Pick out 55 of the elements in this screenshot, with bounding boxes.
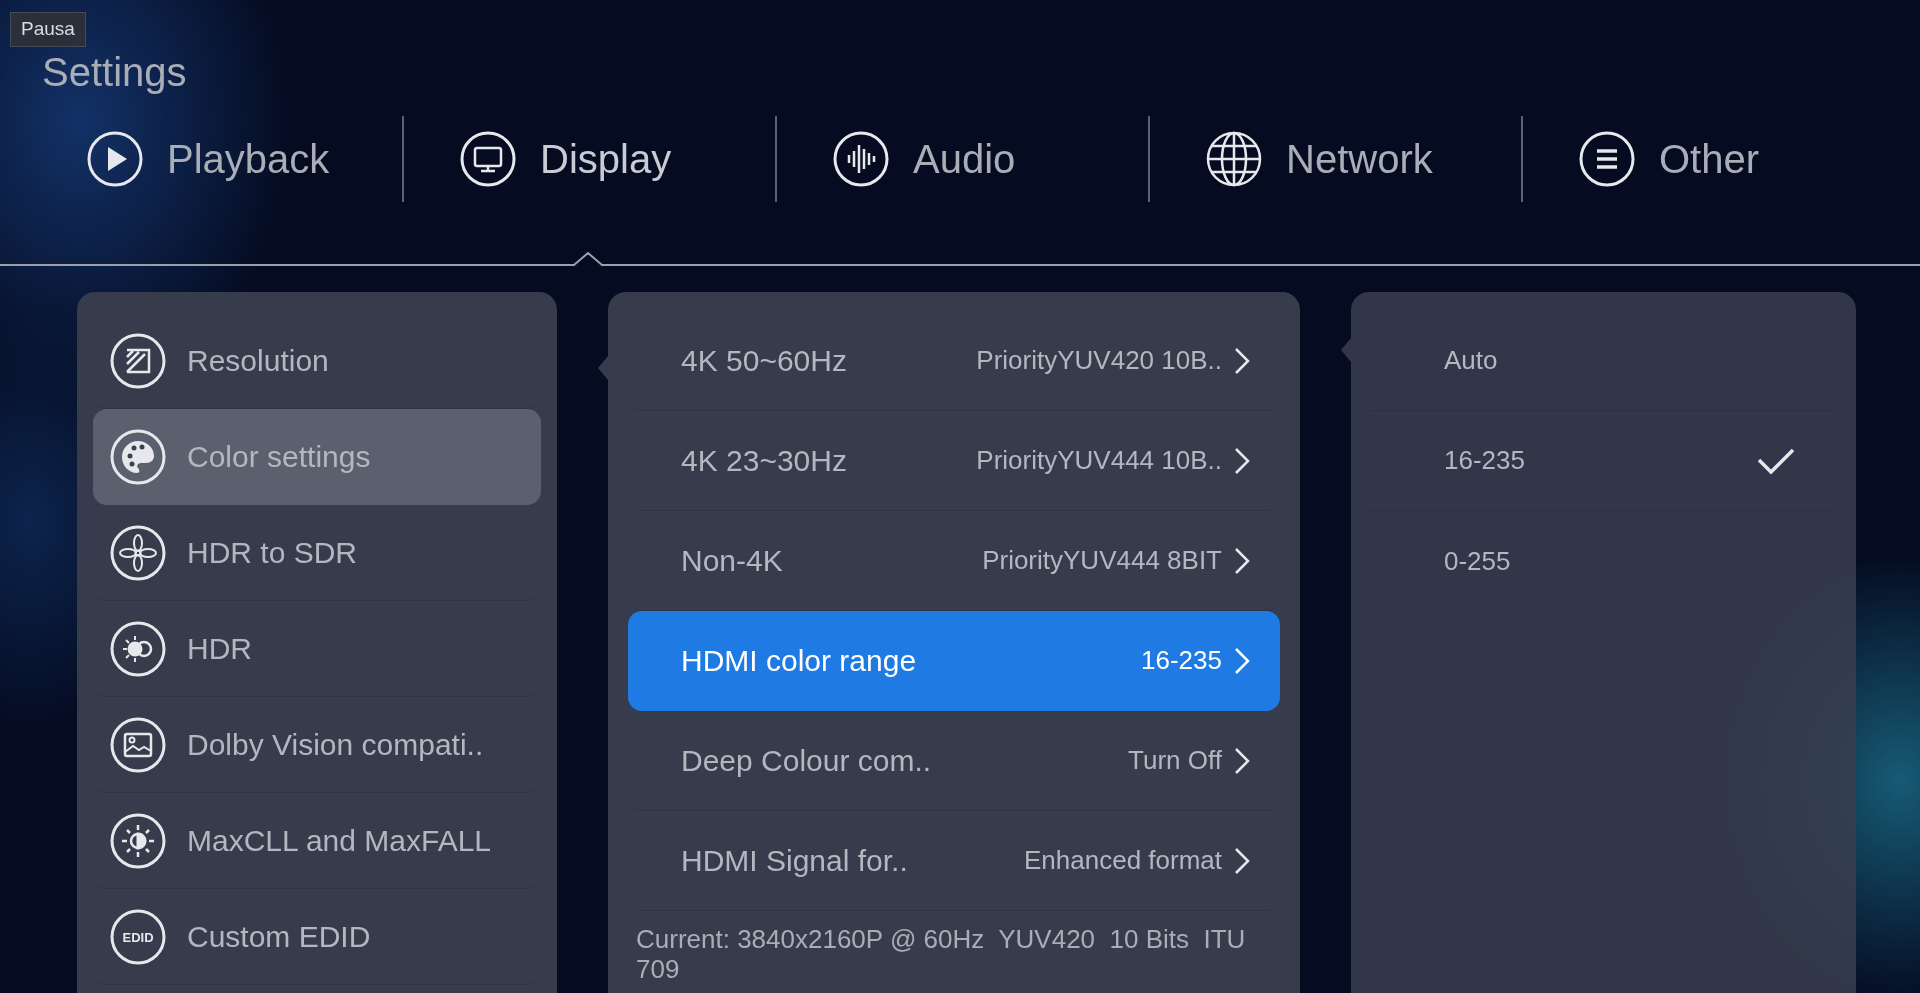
tab[interactable]: Network [1148, 116, 1521, 202]
option-label: Non-4K [681, 543, 783, 579]
sound-wave-icon [833, 131, 889, 187]
category-item[interactable]: Color settings [93, 409, 541, 505]
play-icon [87, 131, 143, 187]
option-value: Turn Off [1128, 744, 1222, 777]
chevron-icon [1234, 746, 1250, 775]
palette-icon [110, 428, 166, 485]
category-item[interactable]: Dolby Vision compati.. [93, 697, 541, 793]
edid-icon: EDID [110, 908, 166, 965]
option-row[interactable]: HDMI Signal for.. Enhanced format [628, 811, 1280, 911]
choice-label: 0-255 [1444, 544, 1511, 578]
current-info: Current: 3840x2160P @ 60Hz YUV420 10 Bits ITU 709 [635, 923, 1247, 985]
tab[interactable]: Playback [29, 116, 402, 202]
option-row[interactable]: 4K 50~60Hz PriorityYUV420 10B.. [628, 311, 1280, 411]
option-value: PriorityYUV444 8BIT [982, 544, 1222, 577]
tooltip: Pausa [10, 12, 86, 47]
choice-row[interactable]: Auto [1371, 311, 1836, 411]
globe-icon [1206, 131, 1262, 187]
option-value: Enhanced format [1024, 844, 1222, 877]
option-row[interactable]: 4K 23~30Hz PriorityYUV444 10B.. [628, 411, 1280, 511]
chevron-icon [1234, 546, 1250, 575]
option-value: PriorityYUV444 10B.. [976, 444, 1222, 477]
tab[interactable]: Display [402, 116, 775, 202]
category-item[interactable]: HDR [93, 601, 541, 697]
brightness-icon [110, 812, 166, 869]
option-row[interactable]: HDMI color range 16-235 [628, 611, 1280, 711]
chevron-icon [1234, 646, 1250, 675]
choice-label: 16-235 [1444, 444, 1525, 477]
flower-icon [110, 524, 166, 581]
image-icon [110, 716, 166, 773]
tab[interactable]: Audio [775, 116, 1148, 202]
option-label: HDMI Signal for.. [681, 843, 908, 879]
resolution-icon [110, 332, 166, 389]
sun-circle-icon [110, 620, 166, 677]
option-row[interactable]: Deep Colour com.. Turn Off [628, 711, 1280, 811]
option-value: PriorityYUV420 10B.. [976, 344, 1222, 377]
tab[interactable]: Other [1521, 116, 1894, 202]
chevron-icon [1234, 346, 1250, 375]
category-item[interactable]: MaxCLL and MaxFALL [93, 793, 541, 889]
chevron-icon [1234, 846, 1250, 875]
option-label: 4K 50~60Hz [681, 343, 847, 379]
menu-icon [1579, 131, 1635, 187]
choice-row[interactable]: 16-235 [1371, 411, 1836, 511]
category-item[interactable]: EDID Custom EDID [93, 889, 541, 985]
choice-label: Auto [1444, 344, 1498, 377]
option-label: Deep Colour com.. [681, 743, 932, 779]
monitor-icon [460, 131, 516, 187]
option-label: 4K 23~30Hz [681, 443, 847, 479]
page-title: Settings [42, 50, 187, 94]
chevron-icon [1234, 446, 1250, 475]
category-item[interactable]: HDR to SDR [93, 505, 541, 601]
option-value: 16-235 [1141, 644, 1222, 677]
option-label: HDMI color range [681, 643, 917, 679]
choice-row[interactable]: 0-255 [1371, 511, 1836, 611]
